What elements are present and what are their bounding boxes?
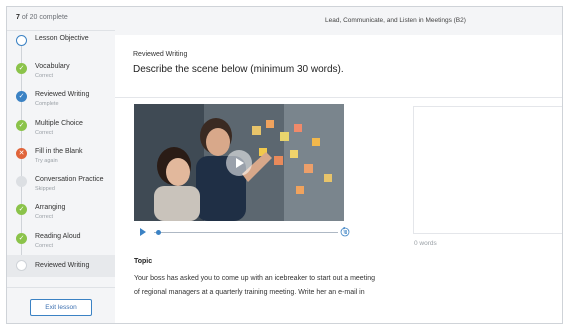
step-lesson-objective[interactable]: Lesson Objective: [7, 34, 115, 60]
exercise-kicker: Reviewed Writing: [133, 51, 188, 58]
scene-video[interactable]: [134, 104, 344, 221]
step-vocabulary[interactable]: ✓ Vocabulary Correct: [7, 62, 115, 88]
step-current-icon: [16, 260, 27, 271]
check-icon: ✓: [16, 233, 27, 244]
answer-textarea[interactable]: [413, 106, 562, 234]
topic-text-line: Your boss has asked you to come up with …: [134, 275, 375, 282]
step-status: Complete: [35, 101, 59, 107]
step-status: Correct: [35, 243, 54, 249]
seek-bar[interactable]: [154, 232, 338, 233]
play-icon[interactable]: [140, 228, 146, 236]
step-name: Arranging: [35, 204, 66, 211]
sidebar-divider: [7, 30, 115, 31]
top-bar: Lead, Communicate, and Listen in Meeting…: [115, 7, 562, 36]
step-name: Lesson Objective: [35, 35, 89, 42]
video-controls: [134, 227, 354, 239]
step-reviewed-writing-1[interactable]: ✓ Reviewed Writing Complete: [7, 90, 115, 116]
step-status: Correct: [35, 73, 54, 79]
topic-label: Topic: [134, 258, 153, 265]
exit-lesson-button[interactable]: Exit lesson: [30, 299, 92, 316]
step-name: Reading Aloud: [35, 233, 81, 240]
skipped-icon: [16, 176, 27, 187]
lesson-title: Lead, Communicate, and Listen in Meeting…: [325, 17, 466, 24]
step-conversation-practice[interactable]: Conversation Practice Skipped: [7, 175, 115, 201]
step-status: Try again: [35, 158, 58, 164]
progress-rest: of 20 complete: [21, 14, 68, 21]
step-multiple-choice[interactable]: ✓ Multiple Choice Correct: [7, 119, 115, 145]
step-status: Skipped: [35, 186, 55, 192]
step-status: Correct: [35, 130, 54, 136]
word-count: 0 words: [414, 240, 437, 247]
lesson-window: 7 of 20 complete Lesson Objective ✓ Voca…: [6, 6, 563, 324]
step-name: Reviewed Writing: [35, 262, 90, 269]
topic-text-line: of regional managers at a quarterly trai…: [134, 289, 365, 296]
replay-10-icon[interactable]: [340, 227, 350, 237]
step-status: Correct: [35, 214, 54, 220]
progress-label: 7 of 20 complete: [16, 14, 68, 21]
check-icon: ✓: [16, 63, 27, 74]
check-icon: ✓: [16, 204, 27, 215]
exercise-panel: Reviewed Writing Describe the scene belo…: [115, 35, 562, 323]
step-name: Multiple Choice: [35, 120, 83, 127]
play-icon: [236, 158, 244, 168]
step-open-icon: [16, 35, 27, 46]
step-name: Reviewed Writing: [35, 91, 90, 98]
step-reviewed-writing-current[interactable]: Reviewed Writing: [7, 255, 115, 277]
lesson-sidebar: 7 of 20 complete Lesson Objective ✓ Voca…: [7, 7, 116, 323]
progress-current: 7: [16, 14, 20, 21]
video-play-overlay[interactable]: [226, 150, 252, 176]
check-icon: ✓: [16, 120, 27, 131]
step-name: Vocabulary: [35, 63, 70, 70]
sidebar-divider: [7, 287, 115, 288]
check-icon: ✓: [16, 91, 27, 102]
x-icon: ✕: [16, 148, 27, 159]
step-arranging[interactable]: ✓ Arranging Correct: [7, 203, 115, 229]
step-name: Conversation Practice: [35, 176, 104, 183]
step-fill-in-the-blank[interactable]: ✕ Fill in the Blank Try again: [7, 147, 115, 173]
exercise-prompt: Describe the scene below (minimum 30 wor…: [133, 64, 344, 75]
step-name: Fill in the Blank: [35, 148, 83, 155]
section-divider: [115, 97, 562, 98]
seek-handle[interactable]: [155, 230, 161, 235]
